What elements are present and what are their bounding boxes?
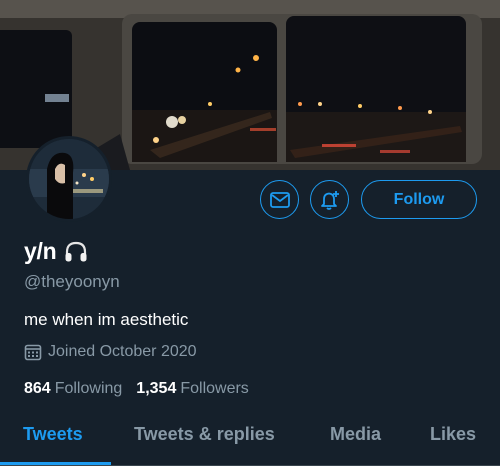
profile-tabs: Tweets Tweets & replies Media Likes xyxy=(0,410,500,466)
tab-likes[interactable]: Likes xyxy=(430,424,476,445)
follow-button[interactable]: Follow xyxy=(361,180,477,219)
bell-plus-icon xyxy=(320,190,339,210)
notify-button[interactable] xyxy=(310,180,349,219)
profile-stats: 864 Following 1,354 Followers xyxy=(24,380,249,398)
following-label: Following xyxy=(54,380,123,397)
profile-bio: me when im aesthetic xyxy=(24,310,189,329)
mail-icon xyxy=(269,191,290,208)
followers-label: Followers xyxy=(180,380,249,397)
profile-avatar[interactable] xyxy=(26,136,112,222)
display-name: y/n xyxy=(24,238,57,264)
joined-date: Joined October 2020 xyxy=(24,343,197,361)
active-tab-indicator xyxy=(0,462,111,465)
headphones-icon xyxy=(65,241,87,261)
followers-link[interactable]: 1,354 Followers xyxy=(136,380,249,398)
joined-text: Joined October 2020 xyxy=(48,343,197,360)
followers-count: 1,354 xyxy=(136,380,177,397)
following-count: 864 xyxy=(24,380,51,397)
tab-tweets[interactable]: Tweets xyxy=(23,424,83,445)
profile-name-row: y/n xyxy=(24,238,88,265)
following-link[interactable]: 864 Following xyxy=(24,380,122,398)
calendar-icon xyxy=(24,344,42,361)
profile-handle: @theyoonyn xyxy=(24,272,120,291)
tab-tweets-replies[interactable]: Tweets & replies xyxy=(134,424,275,445)
tab-media[interactable]: Media xyxy=(330,424,381,445)
message-button[interactable] xyxy=(260,180,299,219)
